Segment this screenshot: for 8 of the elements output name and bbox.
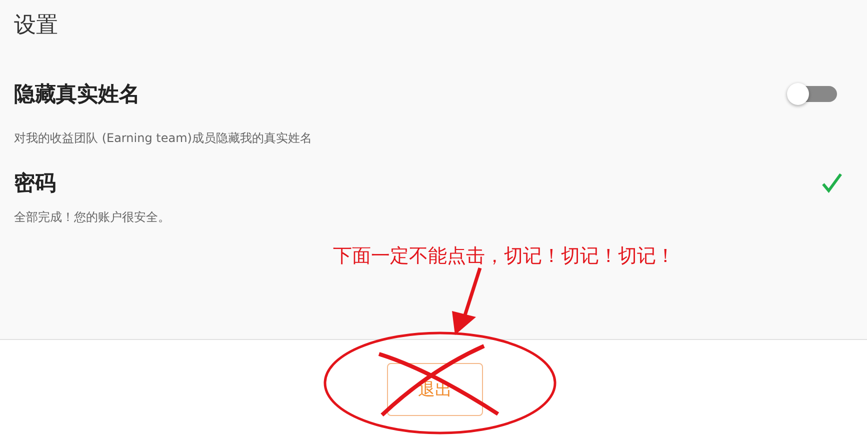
toggle-switch[interactable] bbox=[787, 83, 837, 105]
annotation-text: 下面一定不能点击，切记！切记！切记！ bbox=[333, 244, 675, 269]
arrow bbox=[452, 267, 482, 335]
page-title: 设置 bbox=[14, 12, 59, 40]
setting-label: 隐藏真实姓名 bbox=[14, 81, 140, 108]
setting-description: 全部完成！您的账户很安全。 bbox=[14, 209, 171, 226]
setting-description: 对我的收益团队 (Earning team)成员隐藏我的真实姓名 bbox=[14, 130, 313, 147]
setting-label: 密码 bbox=[14, 170, 56, 197]
